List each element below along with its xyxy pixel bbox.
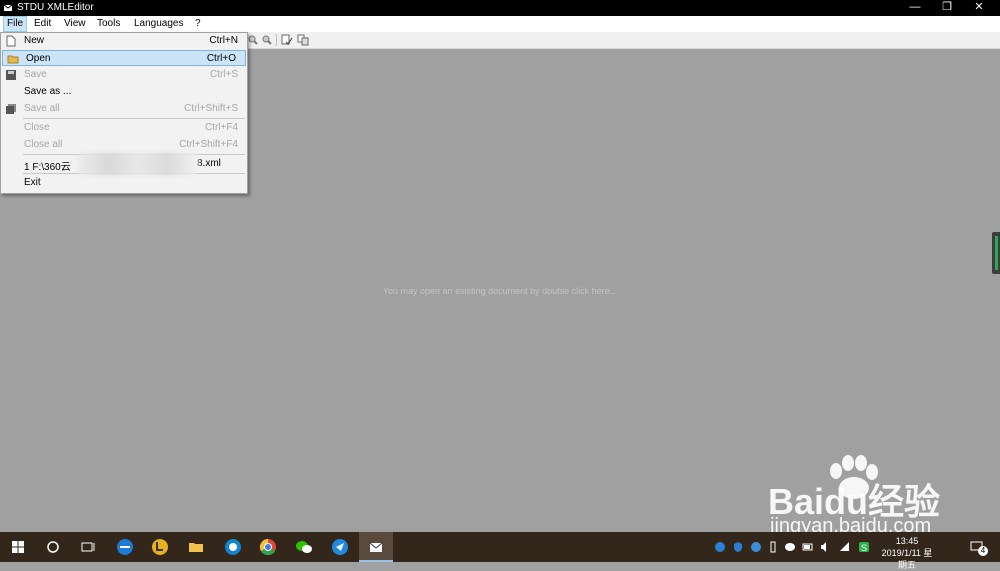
clock-date: 2019/1/11 星期五	[881, 548, 933, 570]
find-next-icon[interactable]	[261, 34, 273, 46]
menu-separator	[23, 118, 245, 119]
wechat-tray-icon[interactable]	[784, 541, 796, 553]
security-tray-icon[interactable]	[714, 541, 726, 553]
menu-item-label: Save	[24, 69, 47, 80]
taskbar: S 13:45 2019/1/11 星期五 4	[0, 532, 1000, 570]
chrome-icon[interactable]	[257, 536, 279, 558]
volume-icon[interactable]	[819, 541, 831, 553]
menu-item-close[interactable]: Close Ctrl+F4	[1, 120, 247, 136]
menu-view[interactable]: View	[61, 17, 89, 31]
menu-item-label: New	[24, 35, 45, 46]
edge-icon[interactable]	[114, 536, 136, 558]
menu-item-label: Save all	[24, 103, 60, 114]
side-widget-indicator	[995, 236, 998, 270]
xmleditor-icon[interactable]	[365, 536, 387, 558]
menu-item-accelerator: Ctrl+O	[206, 53, 236, 64]
app-icon	[3, 4, 13, 11]
minimize-button[interactable]: —	[900, 0, 930, 16]
battery-icon[interactable]	[802, 541, 814, 553]
sogou-ime-icon[interactable]: S	[858, 541, 870, 553]
menu-bar: File Edit View Tools Languages ?	[0, 16, 1000, 32]
svg-text:S: S	[861, 543, 867, 553]
save-disk-icon	[6, 70, 16, 80]
menu-help[interactable]: ?	[192, 17, 204, 31]
close-button[interactable]: ✕	[964, 0, 994, 16]
validate-icon[interactable]	[281, 34, 293, 46]
restore-button[interactable]: ❐	[932, 0, 962, 16]
usb-tray-icon[interactable]	[767, 541, 779, 553]
side-widget[interactable]	[992, 232, 1000, 274]
menu-item-save-all[interactable]: Save all Ctrl+Shift+S	[1, 101, 247, 117]
save-all-icon	[6, 104, 16, 114]
menu-item-label: Close all	[24, 139, 63, 150]
notification-count-badge: 4	[978, 546, 988, 556]
menu-tools[interactable]: Tools	[94, 17, 123, 31]
recent-file-prefix: 1 F:\360云	[24, 162, 71, 173]
app-tray-icon[interactable]	[750, 541, 762, 553]
shield-tray-icon[interactable]	[732, 541, 744, 553]
wechat-icon[interactable]	[293, 536, 315, 558]
menu-item-new[interactable]: New Ctrl+N	[1, 33, 247, 49]
app-blue-icon[interactable]	[222, 536, 244, 558]
menu-item-save[interactable]: Save Ctrl+S	[1, 67, 247, 83]
feishu-icon[interactable]	[329, 536, 351, 558]
menu-item-exit[interactable]: Exit	[1, 175, 247, 191]
system-clock[interactable]: 13:45 2019/1/11 星期五	[880, 535, 934, 571]
task-view-icon[interactable]	[77, 536, 99, 558]
new-file-icon	[6, 35, 16, 47]
active-app-tile[interactable]	[359, 532, 393, 562]
menu-item-accelerator: Ctrl+F4	[204, 122, 238, 133]
menu-item-close-all[interactable]: Close all Ctrl+Shift+F4	[1, 137, 247, 153]
redacted-path	[78, 153, 198, 175]
window-title: STDU XMLEditor	[17, 2, 94, 13]
file-explorer-icon[interactable]	[185, 536, 207, 558]
recent-file-suffix: 8.xml	[197, 158, 221, 169]
cortana-icon[interactable]	[42, 536, 64, 558]
menu-edit[interactable]: Edit	[31, 17, 54, 31]
open-document-hint[interactable]: You may open an existing document by dou…	[0, 286, 1000, 296]
menu-item-label: Close	[24, 122, 50, 133]
start-icon[interactable]	[7, 536, 29, 558]
menu-item-save-as[interactable]: Save as ...	[1, 84, 247, 100]
app-yellow-icon[interactable]	[149, 536, 171, 558]
menu-item-label: Save as ...	[24, 86, 72, 97]
wifi-icon[interactable]	[839, 541, 851, 553]
menu-item-accelerator: Ctrl+Shift+F4	[179, 139, 238, 150]
clock-time: 13:45	[895, 536, 919, 546]
menu-item-accelerator: Ctrl+S	[209, 69, 238, 80]
menu-item-label: Open	[26, 53, 51, 64]
open-folder-icon	[7, 55, 19, 64]
menu-item-accelerator: Ctrl+Shift+S	[184, 103, 238, 114]
menu-item-label: Exit	[24, 177, 41, 188]
title-bar: STDU XMLEditor — ❐ ✕	[0, 0, 1000, 16]
menu-item-accelerator: Ctrl+N	[209, 35, 238, 46]
toolbar-separator	[276, 34, 277, 46]
menu-file[interactable]: File	[3, 16, 28, 32]
find-icon[interactable]	[247, 34, 259, 46]
transform-icon[interactable]	[297, 34, 309, 46]
menu-item-open[interactable]: Open Ctrl+O	[2, 50, 246, 66]
menu-languages[interactable]: Languages	[131, 17, 187, 31]
